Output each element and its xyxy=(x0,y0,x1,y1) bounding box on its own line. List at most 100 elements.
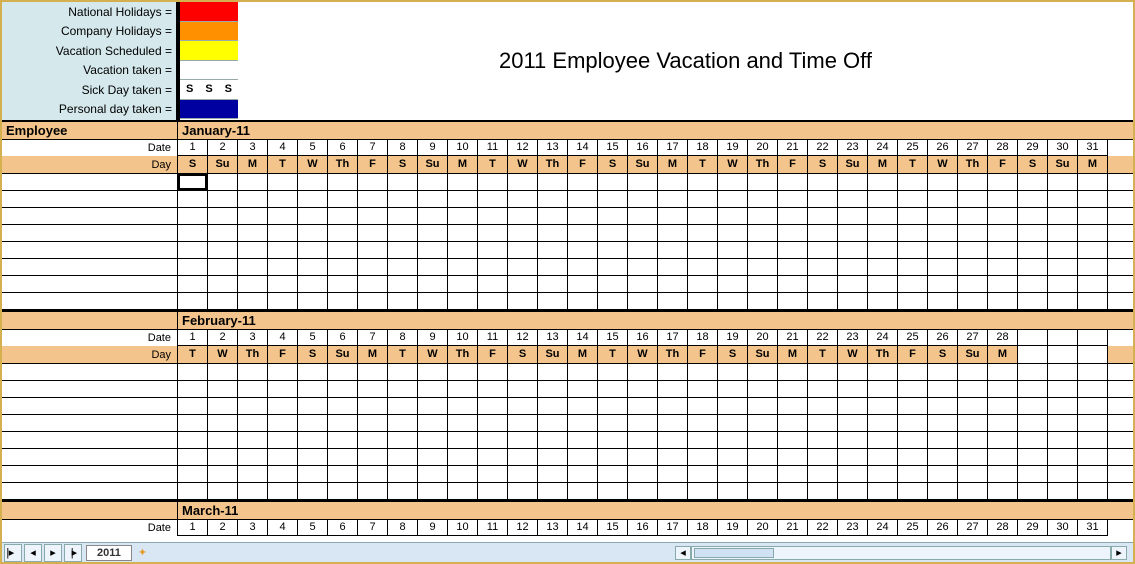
calendar-cell[interactable] xyxy=(238,242,268,258)
calendar-cell[interactable] xyxy=(1018,208,1048,224)
calendar-cell[interactable] xyxy=(1018,191,1048,207)
calendar-cell[interactable] xyxy=(478,415,508,431)
calendar-cell[interactable] xyxy=(538,449,568,465)
calendar-cell[interactable] xyxy=(778,398,808,414)
calendar-cell[interactable] xyxy=(928,364,958,380)
calendar-cell[interactable] xyxy=(538,259,568,275)
calendar-cell[interactable] xyxy=(208,364,238,380)
calendar-cell[interactable] xyxy=(268,381,298,397)
calendar-cell[interactable] xyxy=(388,191,418,207)
calendar-cell[interactable] xyxy=(478,364,508,380)
calendar-cell[interactable] xyxy=(1018,398,1048,414)
calendar-cell[interactable] xyxy=(448,381,478,397)
calendar-cell[interactable] xyxy=(178,449,208,465)
calendar-cell[interactable] xyxy=(328,483,358,499)
calendar-cell[interactable] xyxy=(328,174,358,190)
calendar-cell[interactable] xyxy=(538,174,568,190)
calendar-cell[interactable] xyxy=(358,449,388,465)
calendar-cell[interactable] xyxy=(508,432,538,448)
calendar-cell[interactable] xyxy=(838,415,868,431)
horizontal-scrollbar[interactable]: ◂ ▸ xyxy=(147,546,1133,560)
calendar-cell[interactable] xyxy=(808,466,838,482)
calendar-cell[interactable] xyxy=(928,225,958,241)
calendar-cell[interactable] xyxy=(958,174,988,190)
calendar-cell[interactable] xyxy=(238,381,268,397)
calendar-cell[interactable] xyxy=(568,381,598,397)
calendar-cell[interactable] xyxy=(508,242,538,258)
calendar-cell[interactable] xyxy=(748,398,778,414)
calendar-cell[interactable] xyxy=(358,432,388,448)
calendar-cell[interactable] xyxy=(898,208,928,224)
calendar-cell[interactable] xyxy=(1078,415,1108,431)
employee-name-cell[interactable] xyxy=(2,208,178,224)
calendar-cell[interactable] xyxy=(838,466,868,482)
calendar-cell[interactable] xyxy=(748,276,778,292)
calendar-cell[interactable] xyxy=(418,415,448,431)
calendar-cell[interactable] xyxy=(268,225,298,241)
calendar-cell[interactable] xyxy=(508,449,538,465)
calendar-cell[interactable] xyxy=(1048,276,1078,292)
calendar-cell[interactable] xyxy=(508,364,538,380)
sheet-tab-active[interactable]: 2011 xyxy=(86,545,132,561)
calendar-cell[interactable] xyxy=(388,259,418,275)
calendar-cell[interactable] xyxy=(688,364,718,380)
calendar-cell[interactable] xyxy=(508,483,538,499)
calendar-cell[interactable] xyxy=(328,449,358,465)
calendar-cell[interactable] xyxy=(238,415,268,431)
calendar-cell[interactable] xyxy=(868,259,898,275)
calendar-cell[interactable] xyxy=(928,415,958,431)
calendar-cell[interactable] xyxy=(358,259,388,275)
calendar-cell[interactable] xyxy=(598,398,628,414)
calendar-cell[interactable] xyxy=(1018,466,1048,482)
calendar-cell[interactable] xyxy=(808,208,838,224)
calendar-cell[interactable] xyxy=(838,398,868,414)
calendar-cell[interactable] xyxy=(568,364,598,380)
calendar-cell[interactable] xyxy=(208,449,238,465)
calendar-cell[interactable] xyxy=(178,466,208,482)
calendar-cell[interactable] xyxy=(748,381,778,397)
calendar-cell[interactable] xyxy=(298,174,328,190)
calendar-cell[interactable] xyxy=(928,174,958,190)
employee-name-cell[interactable] xyxy=(2,225,178,241)
calendar-cell[interactable] xyxy=(1078,242,1108,258)
calendar-cell[interactable] xyxy=(328,432,358,448)
calendar-cell[interactable] xyxy=(808,293,838,309)
calendar-cell[interactable] xyxy=(1078,432,1108,448)
calendar-cell[interactable] xyxy=(178,432,208,448)
calendar-cell[interactable] xyxy=(928,208,958,224)
calendar-cell[interactable] xyxy=(268,466,298,482)
calendar-cell[interactable] xyxy=(268,449,298,465)
calendar-cell[interactable] xyxy=(688,225,718,241)
calendar-cell[interactable] xyxy=(628,174,658,190)
calendar-cell[interactable] xyxy=(358,415,388,431)
calendar-cell[interactable] xyxy=(778,449,808,465)
calendar-cell[interactable] xyxy=(508,208,538,224)
calendar-cell[interactable] xyxy=(988,483,1018,499)
calendar-cell[interactable] xyxy=(1048,225,1078,241)
calendar-cell[interactable] xyxy=(898,398,928,414)
calendar-cell[interactable] xyxy=(598,449,628,465)
calendar-cell[interactable] xyxy=(298,449,328,465)
calendar-cell[interactable] xyxy=(208,276,238,292)
calendar-cell[interactable] xyxy=(388,174,418,190)
calendar-cell[interactable] xyxy=(958,398,988,414)
calendar-cell[interactable] xyxy=(478,381,508,397)
calendar-cell[interactable] xyxy=(748,174,778,190)
calendar-cell[interactable] xyxy=(688,415,718,431)
calendar-cell[interactable] xyxy=(1078,398,1108,414)
calendar-cell[interactable] xyxy=(358,225,388,241)
calendar-cell[interactable] xyxy=(1078,225,1108,241)
calendar-cell[interactable] xyxy=(958,483,988,499)
calendar-cell[interactable] xyxy=(898,242,928,258)
calendar-cell[interactable] xyxy=(748,225,778,241)
calendar-cell[interactable] xyxy=(808,276,838,292)
calendar-cell[interactable] xyxy=(418,225,448,241)
calendar-cell[interactable] xyxy=(328,293,358,309)
calendar-cell[interactable] xyxy=(418,208,448,224)
calendar-cell[interactable] xyxy=(478,483,508,499)
calendar-cell[interactable] xyxy=(418,381,448,397)
calendar-cell[interactable] xyxy=(178,191,208,207)
calendar-cell[interactable] xyxy=(298,225,328,241)
calendar-cell[interactable] xyxy=(508,466,538,482)
calendar-cell[interactable] xyxy=(208,483,238,499)
